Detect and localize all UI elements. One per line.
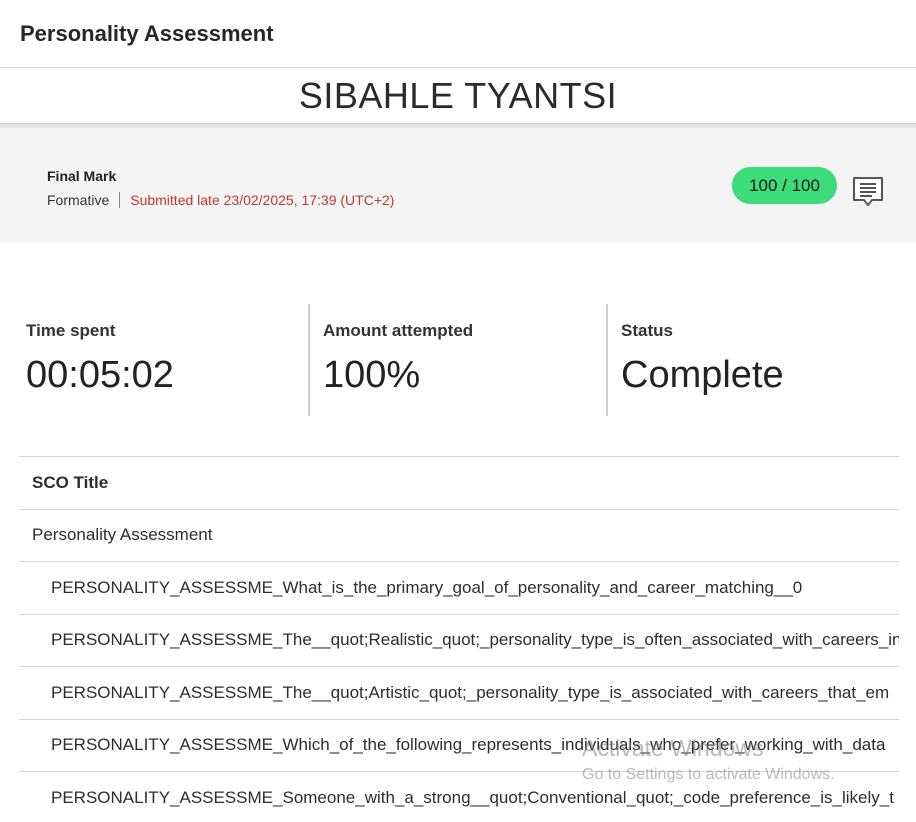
stat-value: 00:05:02	[26, 354, 174, 396]
stat-divider	[308, 304, 310, 416]
top-bar: Personality Assessment	[0, 0, 916, 68]
table-row[interactable]: PERSONALITY_ASSESSME_Someone_with_a_stro…	[19, 772, 899, 822]
column-header-sco-title: SCO Title	[32, 472, 109, 492]
stat-label: Status	[621, 321, 673, 340]
student-name: SIBAHLE TYANTSI	[298, 74, 618, 116]
page-title: Personality Assessment	[20, 20, 274, 46]
meta-divider	[119, 192, 121, 208]
final-mark-panel: Final Mark Formative Submitted late 23/0…	[0, 124, 916, 242]
stat-label: Time spent	[26, 321, 116, 340]
row-title: Personality Assessment	[32, 525, 213, 545]
score-badge: 100 / 100	[732, 167, 837, 204]
score-value: 100 / 100	[749, 175, 820, 195]
row-title: PERSONALITY_ASSESSME_Someone_with_a_stro…	[51, 788, 894, 808]
table-row[interactable]: PERSONALITY_ASSESSME_Which_of_the_follow…	[19, 720, 899, 772]
stats-row: Time spent 00:05:02 Amount attempted 100…	[0, 304, 916, 416]
table-row[interactable]: PERSONALITY_ASSESSME_The__quot;Realistic…	[19, 615, 899, 667]
table-row[interactable]: PERSONALITY_ASSESSME_The__quot;Artistic_…	[19, 667, 899, 720]
submission-meta: Formative Submitted late 23/02/2025, 17:…	[47, 192, 394, 208]
row-title: PERSONALITY_ASSESSME_The__quot;Realistic…	[51, 630, 899, 650]
sco-table: SCO Title Personality Assessment PERSONA…	[19, 456, 899, 822]
submission-status: Submitted late 23/02/2025, 17:39 (UTC+2)	[130, 192, 395, 208]
stat-value: 100%	[323, 354, 421, 396]
table-row-parent[interactable]: Personality Assessment	[19, 510, 899, 562]
assessment-type: Formative	[47, 192, 110, 208]
student-banner: SIBAHLE TYANTSI	[0, 68, 916, 124]
final-mark-label: Final Mark	[47, 168, 117, 184]
table-row[interactable]: PERSONALITY_ASSESSME_What_is_the_primary…	[19, 562, 899, 615]
stat-value: Complete	[621, 354, 784, 396]
stat-label: Amount attempted	[323, 321, 474, 340]
stat-divider	[606, 304, 608, 416]
comment-icon	[853, 177, 883, 206]
row-title: PERSONALITY_ASSESSME_What_is_the_primary…	[51, 577, 803, 597]
row-title: PERSONALITY_ASSESSME_Which_of_the_follow…	[51, 735, 886, 755]
comment-button[interactable]	[852, 176, 884, 208]
row-title: PERSONALITY_ASSESSME_The__quot;Artistic_…	[51, 682, 890, 702]
table-header: SCO Title	[19, 457, 899, 510]
